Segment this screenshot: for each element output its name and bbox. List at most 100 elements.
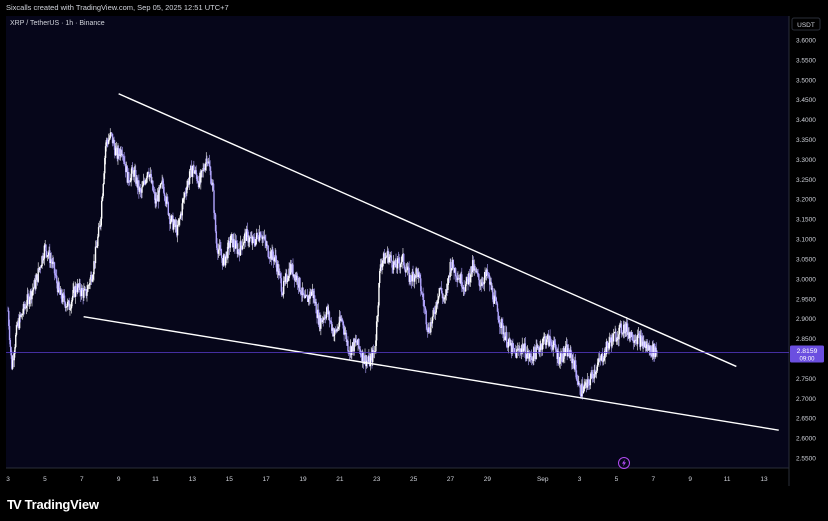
candle-body (596, 364, 599, 371)
candle-body (390, 255, 393, 261)
candle-body (561, 353, 563, 362)
candle-body (8, 325, 11, 340)
candle-body (86, 291, 88, 296)
candle-body (589, 378, 592, 386)
candle-body (650, 346, 652, 355)
candle-body (89, 278, 91, 285)
y-tick-label: 2.8500 (796, 336, 816, 343)
symbol-title[interactable]: XRP / TetherUS · 1h · Binance (10, 20, 105, 27)
y-tick-label: 2.7500 (796, 376, 816, 383)
y-tick-label: 2.7000 (796, 396, 816, 403)
x-tick-label: 7 (652, 476, 656, 483)
x-tick-label: 7 (80, 476, 84, 483)
y-tick-label: 3.4000 (796, 117, 816, 124)
candle-body (97, 227, 100, 237)
candle-body (296, 275, 299, 285)
y-tick-label: 3.1500 (796, 217, 816, 224)
price-label-countdown: 09:00 (799, 357, 815, 363)
price-chart[interactable]: XRP / TetherUS · 1h · Binance 3.6000 3.55… (0, 16, 828, 486)
candle-body (426, 324, 428, 329)
candle-body (45, 244, 47, 252)
candle-body (229, 242, 231, 248)
x-tick-label: 9 (117, 476, 121, 483)
y-tick-label: 3.3500 (796, 137, 816, 144)
current-price-label[interactable]: 2.8159 09:00 (790, 345, 824, 363)
candle-body (83, 289, 85, 298)
x-tick-label: 13 (760, 476, 768, 483)
x-tick-label: 29 (484, 476, 492, 483)
candle-body (240, 241, 242, 246)
tradingview-logo-icon: TV (7, 497, 22, 512)
candle-body (101, 200, 103, 219)
y-tick-label: 3.2000 (796, 197, 816, 204)
x-tick-label: 5 (43, 476, 47, 483)
candle-body (111, 132, 113, 134)
y-tick-label: 2.9500 (796, 296, 816, 303)
chart-credit-bar: Sixcalls created with TradingView.com, S… (0, 0, 828, 16)
candle-body (612, 333, 615, 342)
x-tick-label: 21 (336, 476, 344, 483)
chart-pane[interactable] (6, 16, 789, 468)
candle-body (499, 322, 501, 327)
y-tick-label: 3.0500 (796, 256, 816, 263)
candle-body (221, 255, 223, 259)
candle-body (241, 245, 244, 250)
y-tick-label: 2.9000 (796, 316, 816, 323)
candle-body (347, 340, 349, 352)
x-tick-label: 17 (263, 476, 271, 483)
price-label-value: 2.8159 (797, 348, 818, 355)
candle-body (189, 169, 191, 179)
time-axis-pane[interactable] (6, 468, 789, 486)
candle-body (466, 276, 468, 279)
candle-body (43, 245, 46, 259)
x-tick-label: 3 (578, 476, 582, 483)
x-tick-label: 3 (6, 476, 10, 483)
y-tick-label: 3.0000 (796, 276, 816, 283)
candle-body (474, 266, 476, 269)
candle-body (166, 196, 169, 203)
x-tick-label: 27 (447, 476, 455, 483)
y-tick-label: 3.6000 (796, 38, 816, 45)
candle-body (592, 373, 594, 378)
y-tick-label: 3.3000 (796, 157, 816, 164)
candle-body (358, 339, 360, 348)
tradingview-brand[interactable]: TV TradingView (7, 497, 99, 512)
candle-body (506, 332, 508, 347)
x-tick-label: 11 (724, 476, 731, 483)
candle-body (299, 277, 301, 292)
candle-body (97, 236, 99, 247)
candle-body (35, 279, 37, 289)
x-tick-label: 5 (615, 476, 619, 483)
candle-body (579, 385, 582, 395)
y-tick-label: 3.2500 (796, 177, 816, 184)
y-tick-label: 3.1000 (796, 237, 816, 244)
y-tick-label: 3.4500 (796, 97, 816, 104)
y-tick-label: 2.6500 (796, 416, 816, 423)
x-tick-label: 25 (410, 476, 418, 483)
y-tick-label: 3.5000 (796, 77, 816, 84)
candle-body (102, 184, 104, 196)
y-tick-label: 2.6000 (796, 436, 816, 443)
candle-body (213, 190, 215, 213)
x-tick-label: Sep (537, 476, 549, 483)
chart-area[interactable]: XRP / TetherUS · 1h · Binance 3.6000 3.55… (0, 16, 828, 486)
tradingview-wordmark: TradingView (24, 497, 99, 512)
y-tick-label: 2.5500 (796, 456, 816, 463)
x-tick-label: 23 (373, 476, 381, 483)
candle-body (94, 246, 97, 264)
x-tick-label: 13 (189, 476, 197, 483)
x-tick-label: 19 (299, 476, 307, 483)
footer-bar: TV TradingView (0, 486, 828, 521)
x-tick-label: 15 (226, 476, 234, 483)
y-tick-label: 3.5500 (796, 57, 816, 64)
candle-body (478, 274, 480, 281)
candle-body (124, 161, 126, 165)
x-tick-label: 11 (152, 476, 159, 483)
candle-body (564, 346, 567, 354)
currency-label: USDT (797, 22, 815, 29)
x-tick-label: 9 (688, 476, 692, 483)
candle-body (141, 187, 143, 193)
candle-body (32, 287, 35, 290)
chart-credit-text: Sixcalls created with TradingView.com, S… (6, 3, 229, 12)
candle-body (15, 334, 17, 348)
